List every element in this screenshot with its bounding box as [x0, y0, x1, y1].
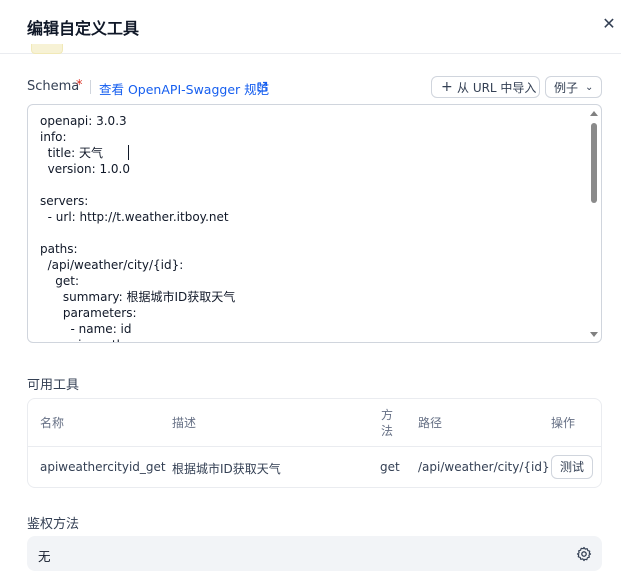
tool-name-cell: apiweathercityid_get	[40, 460, 166, 474]
gear-icon[interactable]	[576, 546, 592, 562]
available-tools-label: 可用工具	[27, 378, 80, 393]
example-dropdown[interactable]: 例子 ⌄	[545, 76, 602, 98]
close-icon[interactable]: ✕	[600, 15, 618, 33]
tool-description-cell: 根据城市ID获取天气	[172, 462, 281, 476]
schema-code[interactable]: openapi: 3.0.3 info: title: 天气 version: …	[40, 113, 235, 342]
swagger-spec-link[interactable]: 查看 OpenAPI-Swagger 规范	[99, 79, 269, 98]
auth-method-selector[interactable]: 无	[27, 536, 602, 571]
column-header-method-2: 法	[381, 424, 394, 438]
tools-table: 名称 描述 方 法 路径 操作 apiweathercityid_get 根据城…	[27, 398, 602, 488]
scrollbar-thumb[interactable]	[591, 123, 597, 203]
text-caret	[128, 145, 129, 160]
column-header-description: 描述	[172, 416, 197, 430]
dialog-header: 编辑自定义工具 ✕	[0, 0, 621, 54]
underlying-element-peek	[31, 44, 63, 54]
auth-method-label: 鉴权方法	[27, 517, 80, 532]
column-header-path: 路径	[418, 416, 443, 430]
editor-scrollbar[interactable]	[588, 107, 598, 341]
test-button[interactable]: 测试	[551, 455, 593, 479]
column-header-action: 操作	[551, 416, 576, 430]
external-link-icon[interactable]	[256, 81, 268, 93]
schema-editor[interactable]: openapi: 3.0.3 info: title: 天气 version: …	[27, 104, 602, 343]
tool-path-cell: /api/weather/city/{id}	[418, 460, 550, 474]
import-from-url-button[interactable]: + 从 URL 中导入	[431, 76, 540, 98]
example-dropdown-label: 例子	[554, 81, 579, 95]
tool-method-cell: get	[380, 460, 400, 474]
column-header-method-1: 方	[381, 408, 394, 422]
divider	[90, 80, 91, 94]
required-mark: *	[76, 78, 83, 93]
auth-method-value: 无	[38, 549, 51, 564]
dialog-title: 编辑自定义工具	[27, 19, 140, 38]
table-divider	[28, 446, 601, 447]
scroll-up-arrow-icon[interactable]	[590, 111, 598, 116]
schema-label: Schema	[27, 79, 80, 94]
scroll-down-arrow-icon[interactable]	[590, 332, 598, 337]
column-header-name: 名称	[40, 416, 65, 430]
import-from-url-label: 从 URL 中导入	[457, 81, 537, 95]
plus-icon: +	[441, 79, 453, 95]
chevron-down-icon: ⌄	[585, 82, 594, 93]
